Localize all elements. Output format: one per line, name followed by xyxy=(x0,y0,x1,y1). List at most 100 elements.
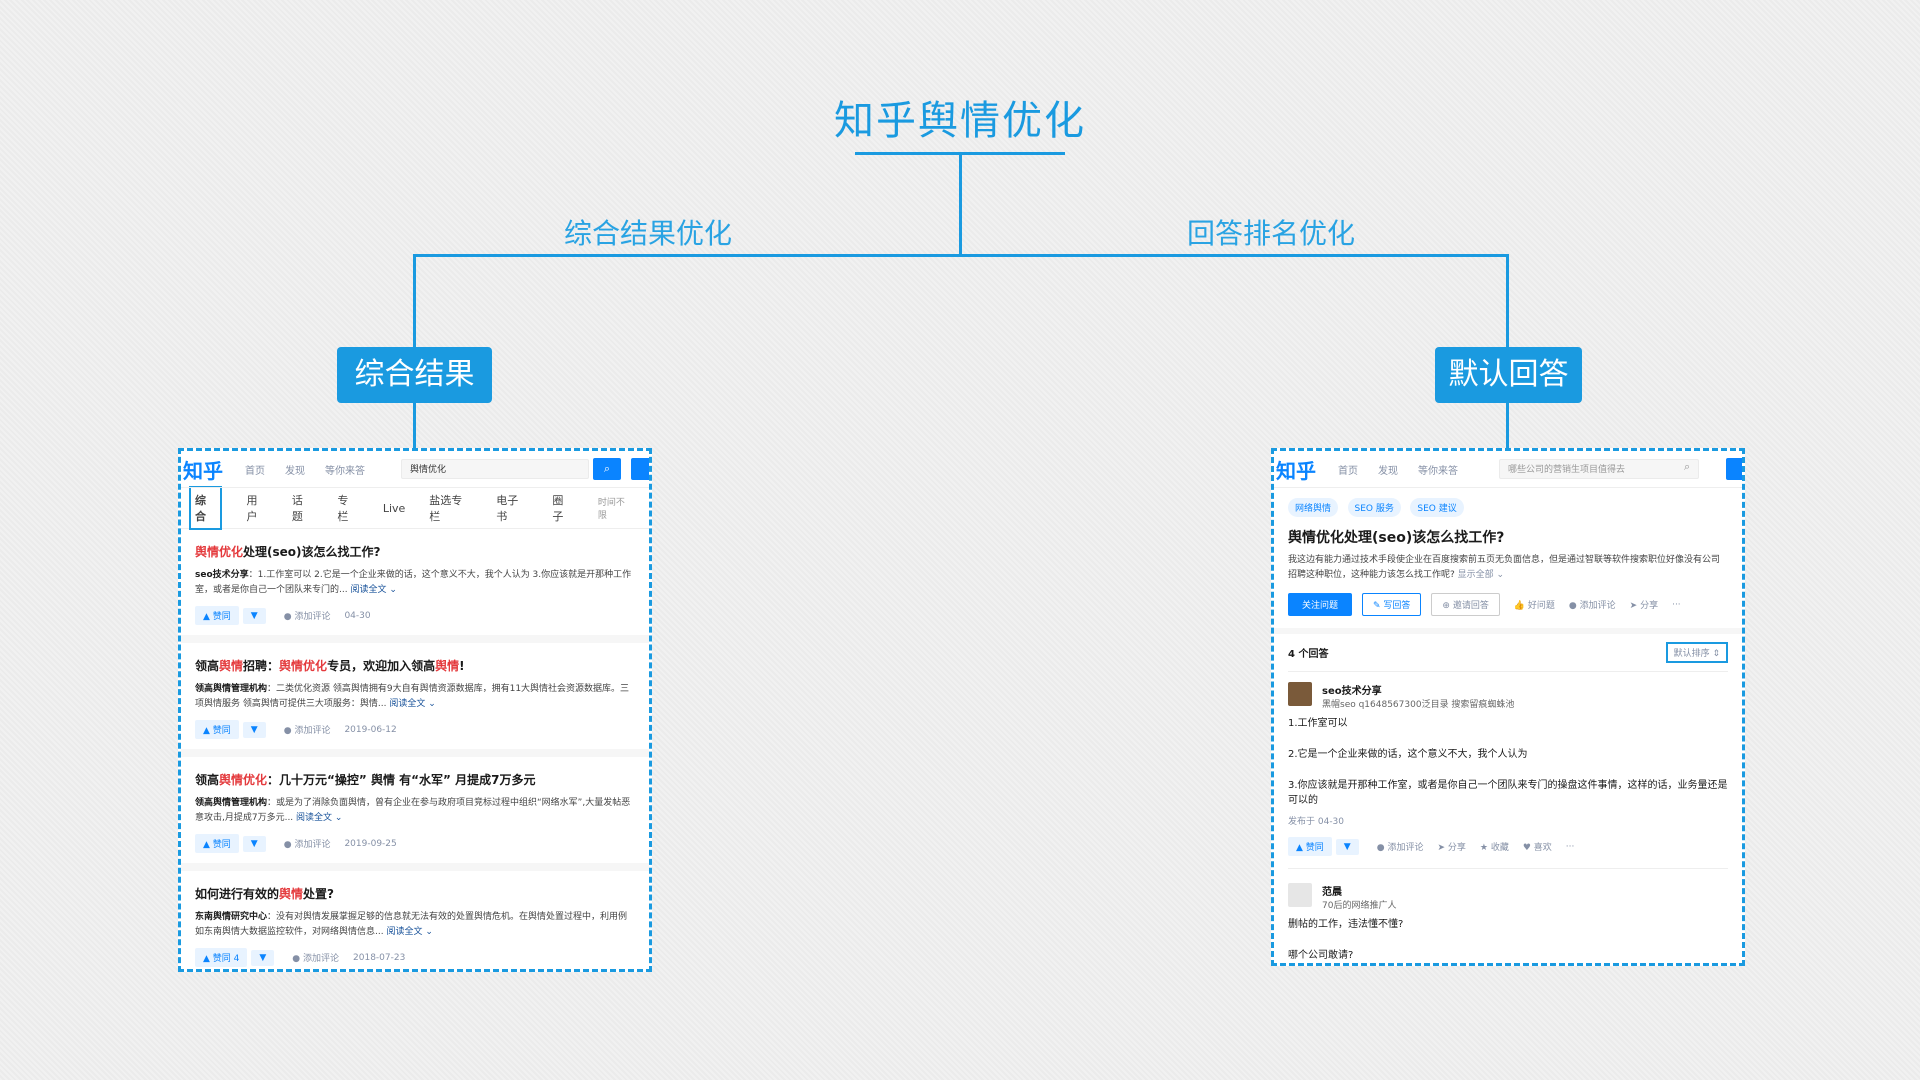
follow-question-button[interactable]: 关注问题 xyxy=(1288,593,1353,616)
share-button[interactable]: ➤ 分享 xyxy=(1437,840,1465,853)
topic-tag[interactable]: SEO 服务 xyxy=(1347,498,1401,517)
comment-button[interactable]: ● 添加评论 xyxy=(292,951,339,964)
downvote-button[interactable]: ▼ xyxy=(242,607,266,624)
upvote-button[interactable]: ▲ 赞同 xyxy=(1288,837,1332,856)
tab-columns[interactable]: 专栏 xyxy=(337,492,358,524)
result-title[interactable]: 舆情优化处理(seo)该怎么找工作? xyxy=(195,543,635,560)
answer-paragraph: 2.它是一个企业来做的话，这个意义不大，我个人认为 xyxy=(1288,749,1528,760)
result-title[interactable]: 领高舆情优化：几十万元“操控” 舆情 有“水军” 月提成7万多元 xyxy=(195,771,635,788)
nav-waiting[interactable]: 等你来答 xyxy=(325,462,365,477)
upvote-button[interactable]: ▲ 赞同 xyxy=(195,834,239,853)
right-top-bar: 知乎 首页 发现 等你来答 哪些公司的营销生项目值得去 ⌕ xyxy=(1274,451,1742,488)
tab-live[interactable]: Live xyxy=(383,502,405,515)
branch-horizontal-line xyxy=(413,254,1509,257)
result-snippet: 东南舆情研究中心：没有对舆情发展掌握足够的信息就无法有效的处置舆情危机。在舆情处… xyxy=(195,912,628,937)
trunk-line xyxy=(959,155,962,255)
question-header: 网络舆情 SEO 服务 SEO 建议 舆情优化处理(seo)该怎么找工作? 我这… xyxy=(1274,488,1742,628)
comment-button[interactable]: ● 添加评论 xyxy=(284,837,331,850)
result-date: 2019-09-25 xyxy=(344,838,397,849)
share-button[interactable]: ➤ 分享 xyxy=(1630,598,1658,611)
avatar[interactable] xyxy=(1288,883,1312,907)
left-box-connector xyxy=(413,402,416,448)
more-icon[interactable]: ··· xyxy=(1672,600,1681,610)
diagram-title: 知乎舆情优化 xyxy=(834,98,1086,144)
search-input[interactable]: 舆情优化 xyxy=(401,459,589,479)
comment-button[interactable]: ● 添加评论 xyxy=(1569,598,1616,611)
comment-button[interactable]: ● 添加评论 xyxy=(284,723,331,736)
search-input[interactable]: 哪些公司的营销生项目值得去 xyxy=(1499,459,1699,479)
nav-discover[interactable]: 发现 xyxy=(285,462,305,477)
tab-users[interactable]: 用户 xyxy=(246,492,267,524)
invite-answer-button[interactable]: ⊕ 邀请回答 xyxy=(1431,593,1500,616)
read-more-link[interactable]: 阅读全文 ⌄ xyxy=(389,699,435,709)
result-title[interactable]: 如何进行有效的舆情处置? xyxy=(195,885,635,902)
more-icon[interactable]: ··· xyxy=(1566,842,1575,852)
tab-topics[interactable]: 话题 xyxy=(292,492,313,524)
read-more-link[interactable]: 阅读全文 ⌄ xyxy=(386,927,432,937)
zhihu-logo: 知乎 xyxy=(1276,458,1316,483)
topic-tag[interactable]: 网络舆情 xyxy=(1288,498,1339,517)
search-icon[interactable]: ⌕ xyxy=(1684,460,1690,474)
zhihu-logo: 知乎 xyxy=(183,458,223,483)
right-branch-line xyxy=(1506,254,1509,348)
collect-button[interactable]: ★ 收藏 xyxy=(1480,840,1509,853)
upvote-button[interactable]: ▲ 赞同 xyxy=(195,720,239,739)
nav-waiting[interactable]: 等你来答 xyxy=(1418,462,1458,477)
tab-salt[interactable]: 盐选专栏 xyxy=(429,492,472,524)
result-actions: ▲ 赞同 ▼ ● 添加评论 2019-06-12 xyxy=(195,720,635,739)
result-actions: ▲ 赞同 ▼ ● 添加评论 2019-09-25 xyxy=(195,834,635,853)
upvote-button[interactable]: ▲ 赞同 xyxy=(195,606,239,625)
result-item[interactable]: 领高舆情招聘：舆情优化专员，欢迎加入领高舆情! 领高舆情管理机构：二类优化资源 … xyxy=(181,643,649,757)
result-item[interactable]: 如何进行有效的舆情处置? 东南舆情研究中心：没有对舆情发展掌握足够的信息就无法有… xyxy=(181,871,649,969)
answers-section: 4 个回答 默认排序 ⇕ seo技术分享 黑帽seo q1648567300泛目… xyxy=(1274,628,1742,963)
good-question-button[interactable]: 👍 好问题 xyxy=(1514,598,1555,611)
question-description: 我这边有能力通过技术手段使企业在百度搜索前五页无负面信息，但是通过智联等软件搜索… xyxy=(1288,555,1721,580)
show-all-link[interactable]: 显示全部 ⌄ xyxy=(1458,570,1504,580)
comment-button[interactable]: ● 添加评论 xyxy=(1377,840,1424,853)
answer-paragraph: 1.工作室可以 xyxy=(1288,718,1348,729)
result-item[interactable]: 舆情优化处理(seo)该怎么找工作? seo技术分享：1.工作室可以 2.它是一… xyxy=(181,529,649,643)
right-screenshot-panel: 知乎 首页 发现 等你来答 哪些公司的营销生项目值得去 ⌕ 网络舆情 SEO 服… xyxy=(1271,448,1745,966)
downvote-button[interactable]: ▼ xyxy=(251,949,275,966)
sort-select[interactable]: 默认排序 ⇕ xyxy=(1665,642,1728,663)
search-tabs: 综合 用户 话题 专栏 Live 盐选专栏 电子书 圈子 时间不限 xyxy=(181,486,649,530)
read-more-link[interactable]: 阅读全文 ⌄ xyxy=(350,585,396,595)
author-bio: 黑帽seo q1648567300泛目录 搜索留痕蜘蛛池 xyxy=(1322,700,1515,710)
avatar[interactable] xyxy=(1288,682,1312,706)
comment-button[interactable]: ● 添加评论 xyxy=(284,609,331,622)
search-button[interactable]: ⌕ xyxy=(593,458,621,480)
ask-button-edge[interactable] xyxy=(631,458,649,480)
author-name[interactable]: seo技术分享 xyxy=(1322,682,1514,697)
left-top-bar: 知乎 首页 发现 等你来答 舆情优化 ⌕ xyxy=(181,451,649,488)
upvote-button[interactable]: ▲ 赞同 4 xyxy=(195,948,248,967)
write-answer-button[interactable]: ✎ 写回答 xyxy=(1362,593,1422,616)
topic-tag[interactable]: SEO 建议 xyxy=(1410,498,1464,517)
tab-circles[interactable]: 圈子 xyxy=(552,492,573,524)
time-filter[interactable]: 时间不限 xyxy=(598,495,633,521)
left-screenshot-panel: 知乎 首页 发现 等你来答 舆情优化 ⌕ 综合 用户 话题 专栏 Live 盐选… xyxy=(178,448,652,972)
left-node-box: 综合结果 xyxy=(337,347,492,403)
author-name[interactable]: 范晨 xyxy=(1322,883,1396,898)
result-title[interactable]: 领高舆情招聘：舆情优化专员，欢迎加入领高舆情! xyxy=(195,657,635,674)
like-button[interactable]: ♥ 喜欢 xyxy=(1523,840,1552,853)
nav-home[interactable]: 首页 xyxy=(1338,462,1358,477)
downvote-button[interactable]: ▼ xyxy=(1335,838,1359,855)
answer-item: seo技术分享 黑帽seo q1648567300泛目录 搜索留痕蜘蛛池 1.工… xyxy=(1288,672,1728,856)
nav-home[interactable]: 首页 xyxy=(245,462,265,477)
answer-paragraph: 3.你应该就是开那种工作室，或者是你自己一个团队来专门的操盘这件事情，这样的话，… xyxy=(1288,780,1728,806)
tab-all[interactable]: 综合 xyxy=(189,486,223,530)
result-item[interactable]: 领高舆情优化：几十万元“操控” 舆情 有“水军” 月提成7万多元 领高舆情管理机… xyxy=(181,757,649,871)
nav-discover[interactable]: 发现 xyxy=(1378,462,1398,477)
question-actions: 关注问题 ✎ 写回答 ⊕ 邀请回答 👍 好问题 ● 添加评论 ➤ 分享 ··· xyxy=(1288,593,1728,628)
ask-button-edge[interactable] xyxy=(1726,458,1742,480)
result-date: 04-30 xyxy=(344,610,371,621)
tab-ebook[interactable]: 电子书 xyxy=(496,492,528,524)
author-bio: 70后的网络推广人 xyxy=(1322,901,1397,911)
read-more-link[interactable]: 阅读全文 ⌄ xyxy=(296,813,342,823)
search-icon: ⌕ xyxy=(603,462,611,475)
downvote-button[interactable]: ▼ xyxy=(242,835,266,852)
downvote-button[interactable]: ▼ xyxy=(242,721,266,738)
result-snippet: 领高舆情管理机构：或是为了消除负面舆情，曾有企业在参与政府项目竞标过程中组织“网… xyxy=(195,798,631,823)
result-date: 2019-06-12 xyxy=(344,724,397,735)
result-actions: ▲ 赞同 ▼ ● 添加评论 04-30 xyxy=(195,606,635,625)
